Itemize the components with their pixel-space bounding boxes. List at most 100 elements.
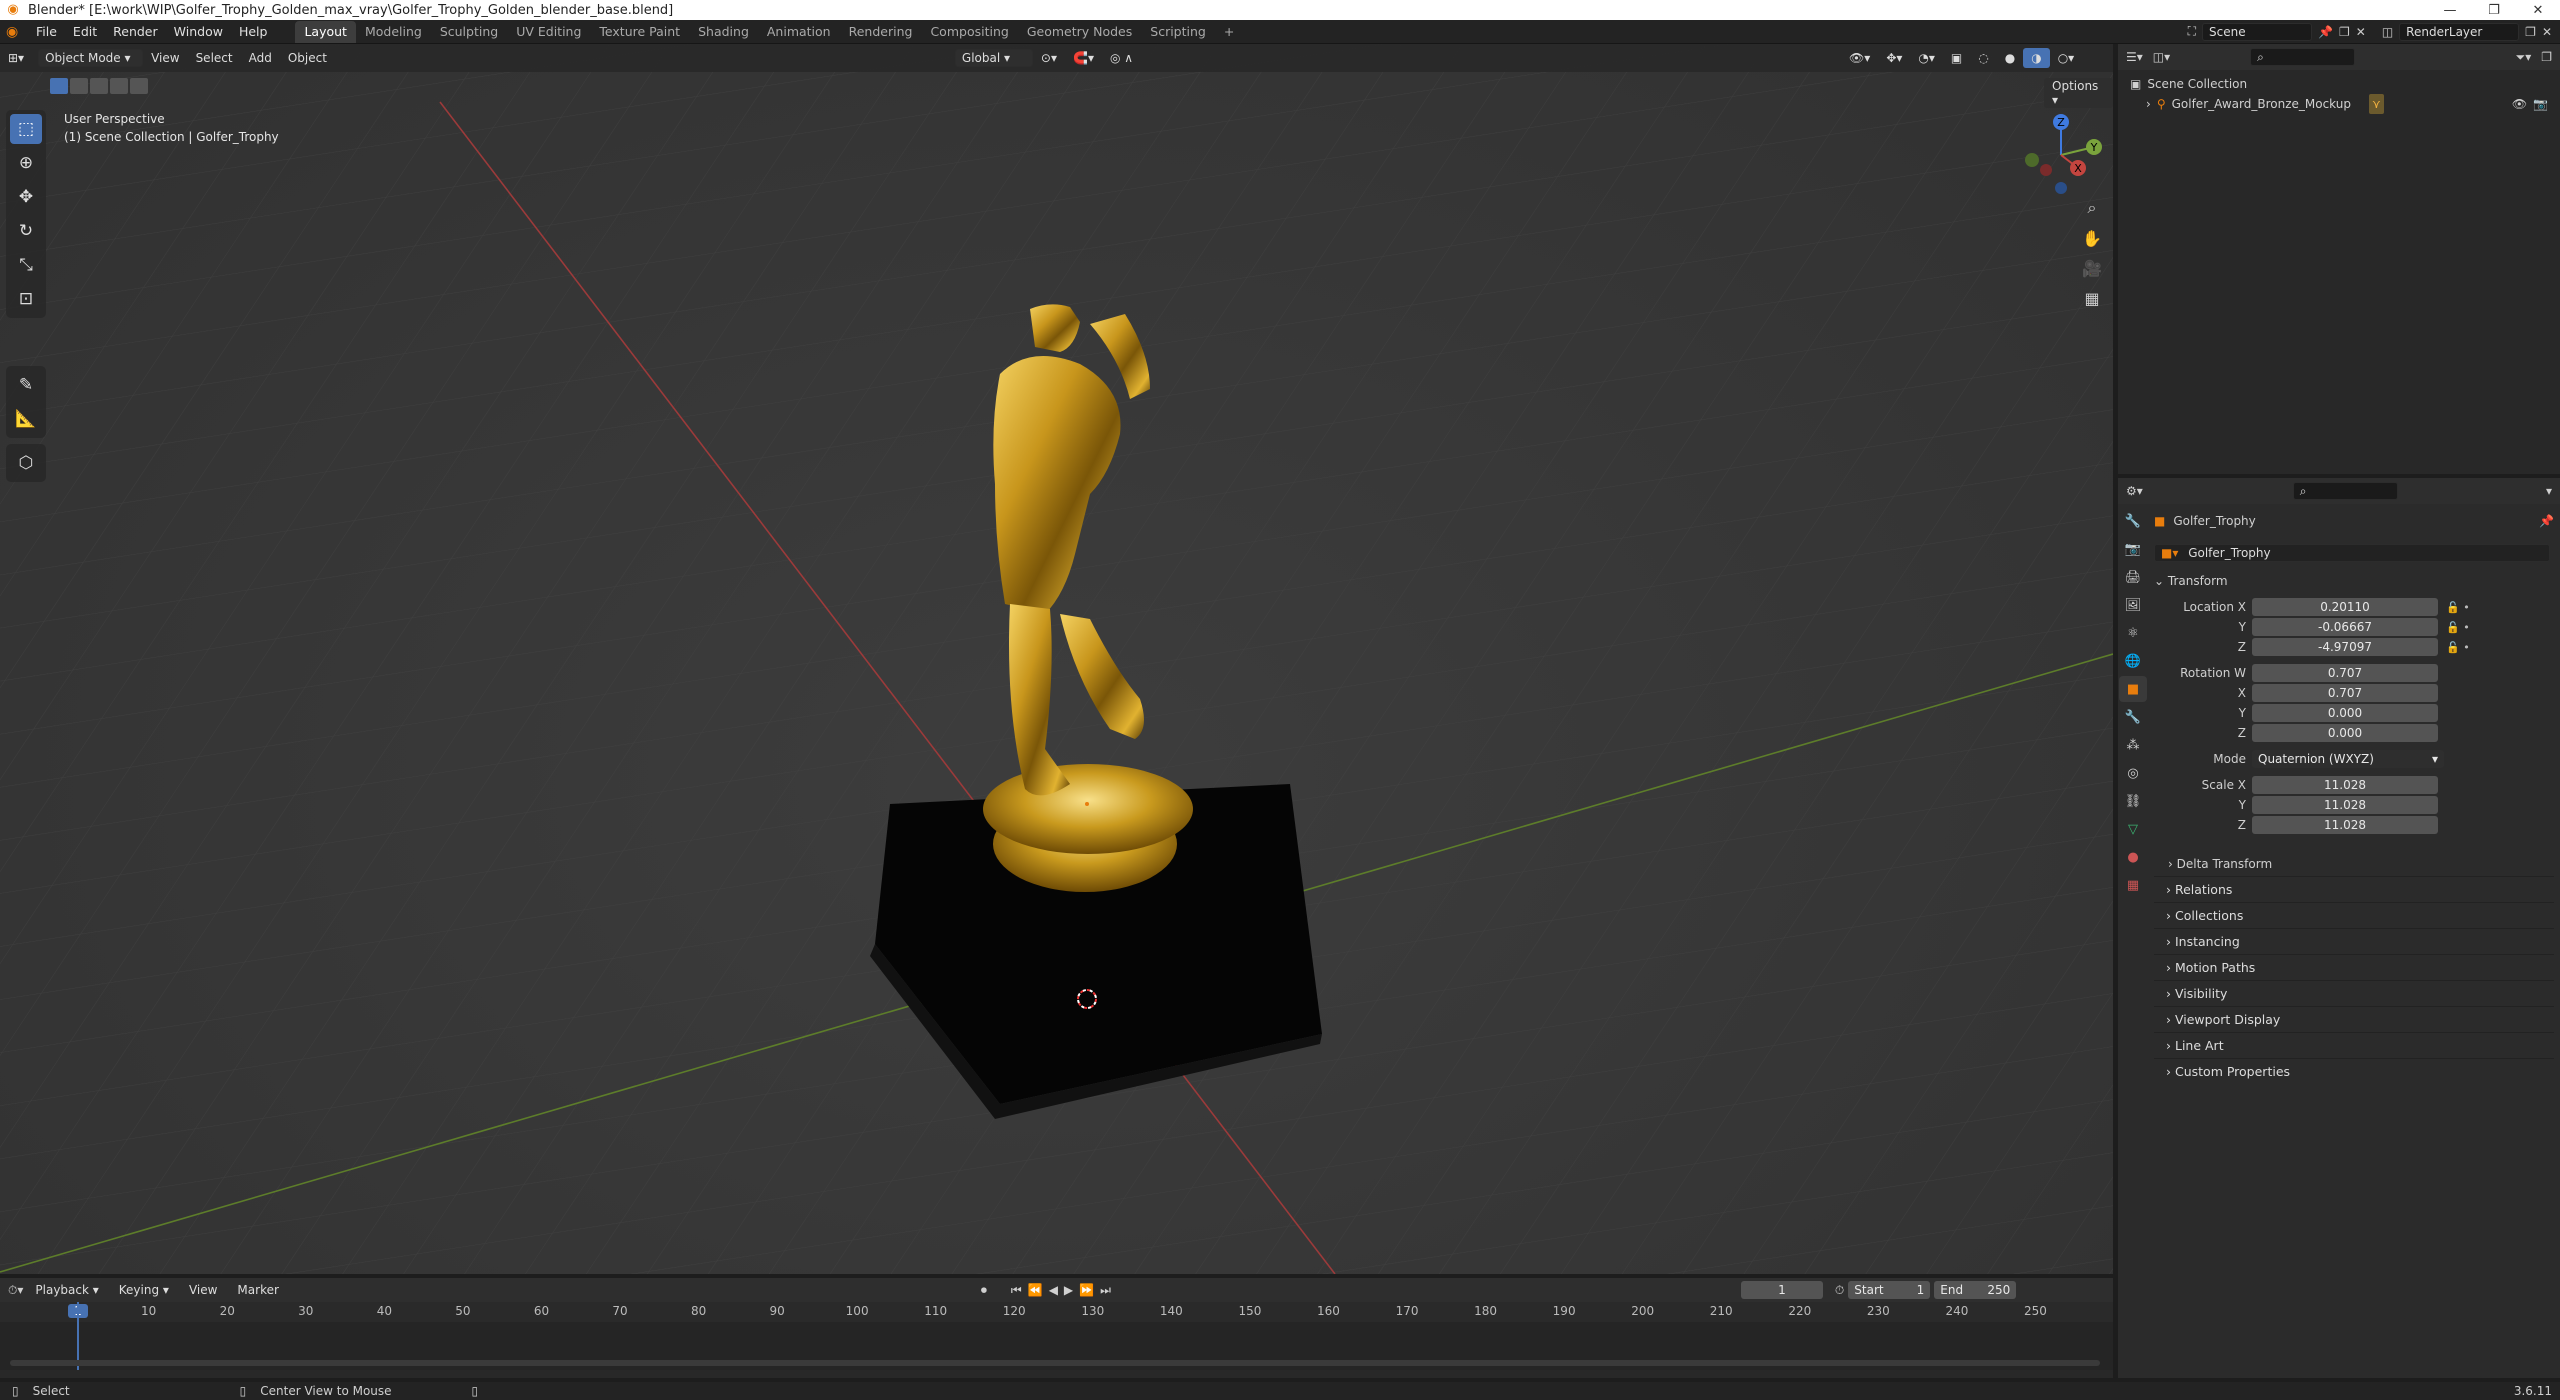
- proportional-edit-icon[interactable]: ◎ ∧: [1102, 48, 1141, 68]
- jump-end-icon[interactable]: ⏭: [1100, 1283, 1117, 1297]
- tab-compositing[interactable]: Compositing: [921, 21, 1017, 43]
- panel-viewport-display[interactable]: › Viewport Display: [2154, 1006, 2554, 1032]
- overlay-icon[interactable]: ◔▾: [1910, 48, 1943, 68]
- prev-keyframe-icon[interactable]: ⏪: [1028, 1283, 1049, 1297]
- rotation-y-field[interactable]: 0.000: [2252, 704, 2438, 722]
- timeline-menu-marker[interactable]: Marker: [229, 1280, 286, 1300]
- new-view-layer-icon[interactable]: ❐: [2525, 25, 2536, 39]
- play-reverse-icon[interactable]: ◀: [1049, 1283, 1064, 1297]
- gizmo-neg-y-axis[interactable]: [2025, 153, 2039, 167]
- transform-tool-icon[interactable]: ⊡: [10, 284, 42, 314]
- tab-modeling[interactable]: Modeling: [356, 21, 431, 43]
- properties-search-input[interactable]: ⌕: [2292, 482, 2398, 500]
- location-z-field[interactable]: -4.97097: [2252, 638, 2438, 656]
- select-new-icon[interactable]: [50, 78, 68, 94]
- lock-icon[interactable]: 🔓 •: [2446, 638, 2470, 658]
- jump-start-icon[interactable]: ⏮: [1011, 1283, 1028, 1297]
- transform-orientation[interactable]: Global ▾: [954, 49, 1033, 67]
- measure-tool-icon[interactable]: 📐: [10, 404, 42, 434]
- delta-transform-subpanel[interactable]: › Delta Transform: [2154, 852, 2554, 876]
- view-layer-properties-icon[interactable]: 🖼: [2119, 592, 2147, 618]
- select-box-tool-icon[interactable]: ⬚: [10, 114, 42, 144]
- menu-help[interactable]: Help: [231, 21, 276, 43]
- select-invert-icon[interactable]: [110, 78, 128, 94]
- start-frame-field[interactable]: Start 1: [1848, 1281, 1931, 1299]
- close-button[interactable]: ✕: [2516, 3, 2560, 18]
- panel-relations[interactable]: › Relations: [2154, 876, 2554, 902]
- xray-icon[interactable]: ▣: [1943, 48, 1970, 68]
- tab-rendering[interactable]: Rendering: [840, 21, 922, 43]
- add-cube-tool-icon[interactable]: ⬡: [10, 448, 42, 478]
- camera-view-icon[interactable]: 🎥: [2078, 254, 2106, 282]
- render-camera-icon[interactable]: 📷: [2533, 94, 2548, 114]
- rotation-x-field[interactable]: 0.707: [2252, 684, 2438, 702]
- tab-layout[interactable]: Layout: [295, 20, 356, 43]
- outliner-scene-collection[interactable]: ▣ Scene Collection: [2130, 74, 2548, 94]
- minimize-button[interactable]: —: [2428, 3, 2472, 18]
- viewport-menu-object[interactable]: Object: [280, 48, 335, 68]
- new-scene-icon[interactable]: ❐: [2339, 25, 2350, 39]
- tab-sculpting[interactable]: Sculpting: [431, 21, 507, 43]
- outliner-search-input[interactable]: ⌕: [2250, 48, 2356, 66]
- scene-properties-icon[interactable]: ⚛: [2119, 620, 2147, 646]
- wireframe-shading-icon[interactable]: ◌: [1970, 48, 1996, 68]
- display-mode-icon[interactable]: ◫▾: [2153, 50, 2170, 64]
- material-properties-icon[interactable]: ●: [2119, 844, 2147, 870]
- timeline-menu-view[interactable]: View: [181, 1280, 225, 1300]
- gizmo-neg-x-axis[interactable]: [2040, 164, 2052, 176]
- options-dropdown[interactable]: Options ▾: [2044, 78, 2113, 108]
- pivot-icon[interactable]: ⊙▾: [1033, 48, 1065, 68]
- object-properties-icon[interactable]: ■: [2119, 676, 2147, 702]
- mode-selector[interactable]: Object Mode ▾: [38, 49, 144, 67]
- menu-edit[interactable]: Edit: [65, 21, 105, 43]
- rotation-w-field[interactable]: 0.707: [2252, 664, 2438, 682]
- render-properties-icon[interactable]: 📷: [2119, 536, 2147, 562]
- new-collection-icon[interactable]: ❐: [2541, 50, 2552, 64]
- scale-z-field[interactable]: 11.028: [2252, 816, 2438, 834]
- solid-shading-icon[interactable]: ●: [1997, 48, 2023, 68]
- location-x-field[interactable]: 0.20110: [2252, 598, 2438, 616]
- viewport-menu-add[interactable]: Add: [241, 48, 280, 68]
- outliner-editor-type-icon[interactable]: ☰▾: [2126, 50, 2143, 64]
- timeline-editor-type-icon[interactable]: ⏱▾: [8, 1283, 23, 1298]
- lock-icon[interactable]: 🔓 •: [2446, 618, 2470, 638]
- world-properties-icon[interactable]: 🌐: [2119, 648, 2147, 674]
- annotate-tool-icon[interactable]: ✎: [10, 370, 42, 400]
- move-tool-icon[interactable]: ✥: [10, 182, 42, 212]
- menu-file[interactable]: File: [28, 21, 65, 43]
- rendered-shading-icon[interactable]: ○▾: [2050, 48, 2083, 68]
- texture-properties-icon[interactable]: ▦: [2119, 872, 2147, 898]
- select-subtract-icon[interactable]: [90, 78, 108, 94]
- rotation-mode-dropdown[interactable]: Quaternion (WXYZ) ▾: [2252, 750, 2444, 768]
- 3d-viewport[interactable]: ⊞▾ Object Mode ▾ View Select Add Object …: [0, 44, 2113, 1274]
- scale-tool-icon[interactable]: ⤡: [10, 250, 42, 280]
- visibility-eye-icon[interactable]: 👁: [2512, 94, 2527, 114]
- delete-view-layer-icon[interactable]: ✕: [2542, 25, 2552, 39]
- tab-geometry-nodes[interactable]: Geometry Nodes: [1018, 21, 1141, 43]
- scene-selector-icon[interactable]: ⛶: [2188, 24, 2196, 39]
- navigation-gizmo[interactable]: Z Y X: [2016, 110, 2106, 200]
- tab-shading[interactable]: Shading: [689, 21, 758, 43]
- view-layer-field[interactable]: RenderLayer: [2399, 22, 2520, 41]
- timeline-menu-playback[interactable]: Playback ▾: [27, 1280, 106, 1300]
- panel-custom-properties[interactable]: › Custom Properties: [2154, 1058, 2554, 1084]
- tab-scripting[interactable]: Scripting: [1141, 21, 1215, 43]
- tab-animation[interactable]: Animation: [758, 21, 840, 43]
- scale-x-field[interactable]: 11.028: [2252, 776, 2438, 794]
- next-keyframe-icon[interactable]: ⏩: [1079, 1283, 1100, 1297]
- pin-icon[interactable]: 📌: [2318, 25, 2333, 39]
- end-frame-field[interactable]: End 250: [1934, 1281, 2017, 1299]
- viewport-menu-view[interactable]: View: [143, 48, 187, 68]
- delete-scene-icon[interactable]: ✕: [2356, 25, 2366, 39]
- frame-ruler[interactable]: 1102030405060708090100110120130140150160…: [0, 1302, 2113, 1322]
- properties-editor-type-icon[interactable]: ⚙▾: [2126, 484, 2143, 498]
- timeline-menu-keying[interactable]: Keying ▾: [111, 1280, 177, 1300]
- current-frame-field[interactable]: 1: [1740, 1281, 1823, 1299]
- material-shading-icon[interactable]: ◑: [2023, 48, 2050, 68]
- viewport-menu-select[interactable]: Select: [188, 48, 241, 68]
- output-properties-icon[interactable]: 🖨: [2119, 564, 2147, 590]
- physics-properties-icon[interactable]: ◎: [2119, 760, 2147, 786]
- modifier-properties-icon[interactable]: 🔧: [2119, 704, 2147, 730]
- location-y-field[interactable]: -0.06667: [2252, 618, 2438, 636]
- record-icon[interactable]: ⏺: [981, 1283, 987, 1298]
